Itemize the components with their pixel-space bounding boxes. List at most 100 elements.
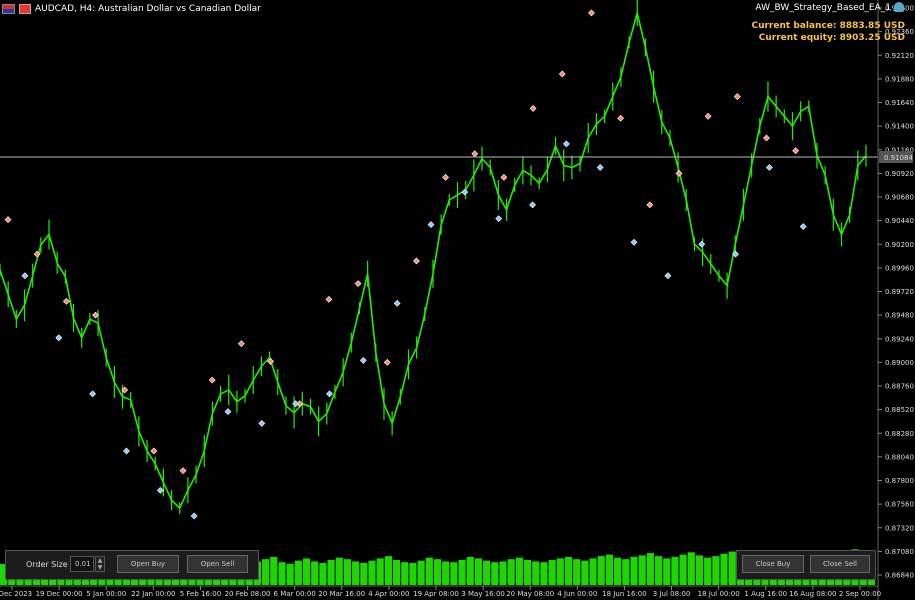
time-tick-label: 4 Jun 00:00 xyxy=(557,590,597,598)
time-tick-label: 1 Aug 16:00 xyxy=(744,590,787,598)
sell-marker xyxy=(763,134,770,142)
price-tick-label: 0.88280 xyxy=(885,430,914,438)
volume-bar xyxy=(663,558,671,585)
volume-bar xyxy=(286,563,294,585)
volume-bar xyxy=(327,559,335,585)
sell-marker xyxy=(383,358,391,366)
current-price-label: 0.91084 xyxy=(884,154,913,162)
order-size-input[interactable]: 0.01 xyxy=(70,556,94,572)
ea-hat-icon[interactable] xyxy=(894,2,904,12)
symbol-title: AUDCAD, H4: Australian Dollar vs Canadia… xyxy=(35,4,261,14)
buy-marker xyxy=(799,223,807,230)
sell-marker xyxy=(442,173,450,181)
buy-marker xyxy=(156,486,164,494)
volume-bar xyxy=(270,556,278,585)
volume-bar xyxy=(573,559,581,585)
volume-bar xyxy=(695,555,704,585)
sell-marker xyxy=(208,376,216,384)
sell-marker xyxy=(471,150,479,158)
price-chart[interactable]: 0.926000.923600.921200.918800.916400.914… xyxy=(0,0,915,600)
price-tick-label: 0.91400 xyxy=(885,123,914,131)
price-tick-label: 0.89000 xyxy=(885,359,914,367)
equity-label: Current equity: xyxy=(758,33,837,43)
current-equity: Current equity: 8903.25 USD xyxy=(759,33,905,43)
volume-bar xyxy=(630,556,638,585)
price-tick-label: 0.92120 xyxy=(885,52,914,60)
close-sell-button[interactable]: Close Sell xyxy=(810,555,870,573)
volume-bar xyxy=(343,559,352,585)
buy-marker xyxy=(698,240,706,248)
sell-marker xyxy=(646,201,654,209)
volume-bar xyxy=(687,552,695,585)
buy-marker xyxy=(224,408,232,416)
buy-marker xyxy=(495,215,503,223)
volume-bar xyxy=(425,557,433,585)
close-buy-button[interactable]: Close Buy xyxy=(742,555,804,573)
open-sell-button[interactable]: Open Sell xyxy=(187,555,248,573)
price-tick-label: 0.87320 xyxy=(885,524,914,532)
time-tick-label: 4 Dec 2023 xyxy=(0,590,32,598)
chart-window[interactable]: 0.926000.923600.921200.918800.916400.914… xyxy=(0,0,915,600)
price-tick-label: 0.86840 xyxy=(885,572,914,580)
buy-marker xyxy=(190,512,198,520)
sell-marker xyxy=(150,447,158,455)
volume-bar xyxy=(564,556,573,585)
buy-marker xyxy=(630,238,638,246)
sell-marker xyxy=(179,467,187,475)
volume-bar xyxy=(605,554,614,585)
price-tick-label: 0.90440 xyxy=(885,217,914,225)
volume-bar xyxy=(450,562,458,585)
sell-marker xyxy=(325,295,333,303)
sell-marker xyxy=(62,297,70,305)
order-size-label: Order Size xyxy=(26,560,68,569)
buy-marker xyxy=(427,221,435,228)
price-tick-label: 0.88760 xyxy=(885,383,914,391)
time-tick-label: 19 Dec 00:00 xyxy=(36,590,83,598)
volume-bar xyxy=(294,560,302,585)
stepper-up-icon[interactable]: ▲ xyxy=(98,557,103,564)
window-title-bar: AUDCAD, H4: Australian Dollar vs Canadia… xyxy=(2,1,261,17)
sell-marker xyxy=(558,70,566,78)
time-tick-label: 16 Aug 08:00 xyxy=(789,590,836,598)
open-buy-button[interactable]: Open Buy xyxy=(117,555,179,573)
volume-bar xyxy=(433,559,442,585)
volume-bar xyxy=(646,553,654,585)
ea-name: AW_BW_Strategy_Based_EA_1 xyxy=(755,3,891,13)
sell-marker xyxy=(529,104,537,112)
trade-markers xyxy=(4,9,807,520)
buy-marker xyxy=(765,164,773,171)
volume-bar xyxy=(360,562,368,585)
volume-bar xyxy=(671,556,679,585)
close-panel: Close Buy Close Sell xyxy=(736,550,876,580)
volume-bar xyxy=(458,559,466,585)
volume-bar xyxy=(540,562,548,585)
buy-marker xyxy=(461,188,469,196)
order-size-stepper[interactable]: ▲ ▼ xyxy=(95,556,105,572)
volume-bar xyxy=(474,558,483,585)
volume-bar xyxy=(654,556,663,585)
volume-bar xyxy=(409,562,417,585)
volume-bar xyxy=(376,558,384,585)
buy-marker xyxy=(21,272,29,280)
volume-bar xyxy=(638,555,646,585)
volume-bar xyxy=(532,561,540,585)
volume-bar xyxy=(368,560,376,585)
volume-bar xyxy=(319,562,327,585)
equity-value: 8903.25 xyxy=(839,33,881,43)
time-tick-label: 20 Feb 08:00 xyxy=(225,590,271,598)
volume-bar xyxy=(589,558,597,585)
buy-marker xyxy=(326,390,333,398)
volume-bar xyxy=(417,560,425,585)
volume-bar xyxy=(483,560,491,585)
balance-label: Current balance: xyxy=(751,21,837,31)
stepper-down-icon[interactable]: ▼ xyxy=(98,564,103,571)
time-tick-label: 3 May 16:00 xyxy=(461,590,505,598)
buy-marker xyxy=(562,140,570,148)
volume-bar xyxy=(278,562,286,585)
chart-type-icon xyxy=(19,4,31,14)
volume-bar xyxy=(491,562,499,585)
volume-bar xyxy=(401,562,409,585)
time-tick-label: 5 Feb 16:00 xyxy=(180,590,221,598)
price-tick-label: 0.88520 xyxy=(885,406,914,414)
buy-marker xyxy=(55,334,63,342)
